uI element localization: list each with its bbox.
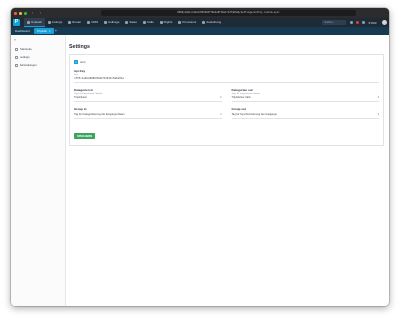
nav-icon [104,21,108,24]
add-tab-icon[interactable]: + [55,28,57,34]
close-window-button[interactable] [14,11,17,15]
categories-in-value: TripAdvisor [74,96,88,99]
chevron-down-icon: ▾ [220,96,222,99]
nav-icon [159,21,163,24]
app-logo[interactable]: P [13,19,20,26]
help-icon[interactable] [350,21,354,24]
sidebar-item-settings[interactable]: settings [11,53,65,61]
nav-icon [48,21,52,24]
group-out-value: Tag für Synchronisierung der Ausgangs [231,112,277,116]
sidebar-collapse-icon[interactable]: « [11,37,65,45]
group-out-select[interactable]: Tag für Synchronisierung der Ausgangs ▾ [231,111,379,119]
categories-in-label: Kategorien in [74,88,94,92]
nav-item-crm[interactable]: CRM [84,18,101,27]
nav-label: Auftrage [108,20,120,24]
browser-window: ‹ › 8000/admin/9e1dc8031b6f74b2e8f19a7c5… [11,8,389,306]
nav-icon [202,21,206,24]
minimize-window-button[interactable] [19,11,22,15]
main-area: « Startseite settings Einstellungen Sett… [11,35,389,306]
categories-out-select[interactable]: TripAdvisor Aktiv ▾ [231,95,379,102]
nav-item-listings[interactable]: Listings [45,18,65,27]
page-title: Settings [69,44,90,50]
nav-item-ausleihung[interactable]: Ausleihung [199,18,224,27]
group-out-group: Group out Tag für Synchronisierung der A… [231,107,379,124]
active-checkbox[interactable]: ✓ [74,60,78,64]
nav-icon [27,20,30,24]
categories-out-value: TripAdvisor Aktiv [231,96,251,99]
global-search-input[interactable]: Suchen... [322,20,347,25]
chevron-down-icon: ▾ [377,112,379,116]
address-bar[interactable]: 8000/admin/9e1dc8031b6f74b2e8f19a7c52f4d… [101,10,356,16]
sidebar-item-label: settings [20,55,30,59]
api-key-label: Api Key [74,69,86,73]
categories-out-group: Kategorien out Tags für ausgehende Objek… [231,88,379,107]
nav-item-calls[interactable]: Calls [140,18,157,27]
nav-icon [125,21,129,24]
nav-label: Sales [129,20,137,24]
settings-card: ✓ aktiv Api Key Key c3f0c1e5ba9860d5a07d… [69,54,384,146]
active-toggle: ✓ aktiv [74,60,379,64]
sidebar-item-label: Einstellungen [20,63,37,67]
sidebar-item-label: Startseite [20,47,32,51]
nav-item-auftrage[interactable]: Auftrage [101,18,122,27]
user-name[interactable]: STAFF [368,21,377,25]
nav-actions: STAFF [350,20,387,25]
window-controls [14,11,27,15]
nav-label: Listings [52,20,63,24]
categories-out-label: Kategorien out [231,88,253,92]
app-top-nav: P Unleash Listings Router CRM Auftrage S… [11,18,389,27]
back-icon[interactable]: ‹ [30,8,35,18]
tab-bar: Dashboard TripAdv × + [11,27,389,35]
home-icon [15,47,18,51]
forward-icon[interactable]: › [38,8,43,18]
nav-item-provisions[interactable]: Provisions [175,18,199,27]
nav-item-sales[interactable]: Sales [122,18,140,27]
nav-label: CRM [91,20,99,24]
categories-in-select[interactable]: TripAdvisor ▾ [74,95,222,102]
chevron-down-icon: ▾ [220,112,222,116]
maximize-window-button[interactable] [24,11,27,15]
nav-label: Unleash [31,19,43,24]
nav-icon [142,21,146,24]
tab-close-icon[interactable]: × [49,28,51,34]
nav-label: Flights [163,20,173,24]
api-key-input[interactable]: c3f0c1e5ba9860d5a07d2b34c8a6e91e [74,76,379,83]
active-label: aktiv [80,60,86,64]
gear-icon [15,55,18,59]
nav-label: Calls [146,20,154,24]
nav-label: Provisions [182,20,197,24]
sidebar-item-einstellungen[interactable]: Einstellungen [11,61,65,69]
group-row: Group in Tag für Kategorisierung der Ein… [74,107,379,124]
sliders-icon [15,63,18,67]
sidebar: « Startseite settings Einstellungen [11,35,66,306]
nav-label: Ausleihung [206,20,222,24]
nav-item-router[interactable]: Router [65,18,84,27]
group-in-group: Group in Tag für Kategorisierung der Ein… [74,107,222,124]
notification-badge-icon[interactable] [356,21,360,24]
browser-chrome: ‹ › 8000/admin/9e1dc8031b6f74b2e8f19a7c5… [11,8,389,18]
sidebar-item-startseite[interactable]: Startseite [11,45,65,53]
settings-icon[interactable] [362,21,366,24]
nav-icon [178,21,182,24]
avatar[interactable] [382,20,387,25]
nav-icon [87,21,91,24]
nav-label: Router [72,20,82,24]
chevron-down-icon: ▾ [377,96,379,99]
save-button[interactable]: SPEICHERN [74,133,96,139]
tab-dashboard[interactable]: Dashboard [12,28,33,34]
tab-label: TripAdv [36,29,47,33]
nav-item-flights[interactable]: Flights [157,18,176,27]
nav-item-unleash[interactable]: Unleash [24,18,46,27]
group-in-select[interactable]: Tag für Kategorisierung der Eingangs-Dat… [74,111,222,119]
categories-row: Kategorien in Tags für Eingehende Objekt… [74,88,379,107]
nav-icon [68,21,72,24]
categories-in-group: Kategorien in Tags für Eingehende Objekt… [74,88,222,107]
content: Settings ✓ aktiv Api Key Key c3f0c1e5ba9… [66,35,389,306]
group-in-value: Tag für Kategorisierung der Eingangs-Dat… [74,112,125,116]
tab-tripadv[interactable]: TripAdv × [33,28,54,34]
